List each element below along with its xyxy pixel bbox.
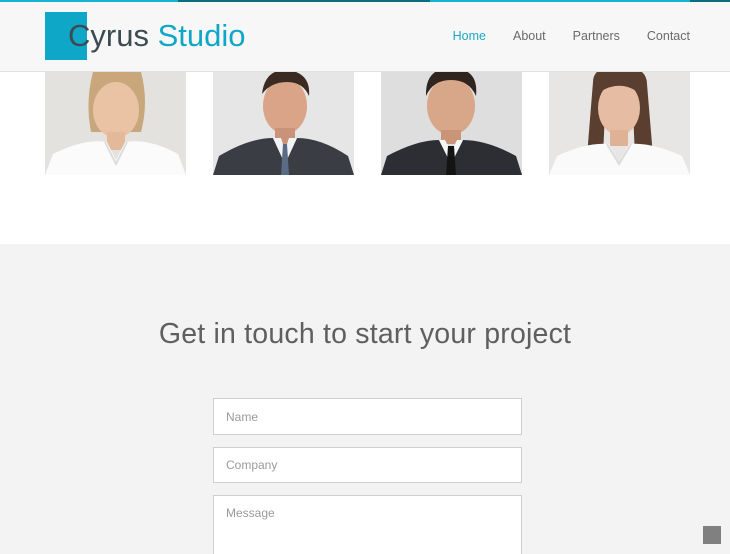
scroll-to-top-button[interactable] xyxy=(703,526,721,544)
message-field[interactable] xyxy=(213,495,522,554)
team-photo-2 xyxy=(213,72,354,175)
contact-section: Get in touch to start your project xyxy=(0,244,730,554)
team-photo-3 xyxy=(381,72,522,175)
nav-about[interactable]: About xyxy=(513,28,546,44)
top-accent-line xyxy=(0,0,730,2)
nav-partners[interactable]: Partners xyxy=(573,28,620,44)
team-photo-4 xyxy=(549,72,690,175)
contact-heading: Get in touch to start your project xyxy=(158,318,572,350)
navbar: Cyrus Studio Home About Partners Contact xyxy=(0,0,730,72)
name-field[interactable] xyxy=(213,398,522,435)
team-photo-1 xyxy=(45,72,186,175)
nav-home[interactable]: Home xyxy=(453,28,486,44)
company-field[interactable] xyxy=(213,447,522,483)
nav-contact[interactable]: Contact xyxy=(647,28,690,44)
logo-text: Cyrus Studio xyxy=(68,18,246,53)
team-section xyxy=(0,72,730,244)
accent-segment xyxy=(0,0,178,2)
accent-segment xyxy=(430,0,690,2)
main-nav: Home About Partners Contact xyxy=(426,28,690,44)
